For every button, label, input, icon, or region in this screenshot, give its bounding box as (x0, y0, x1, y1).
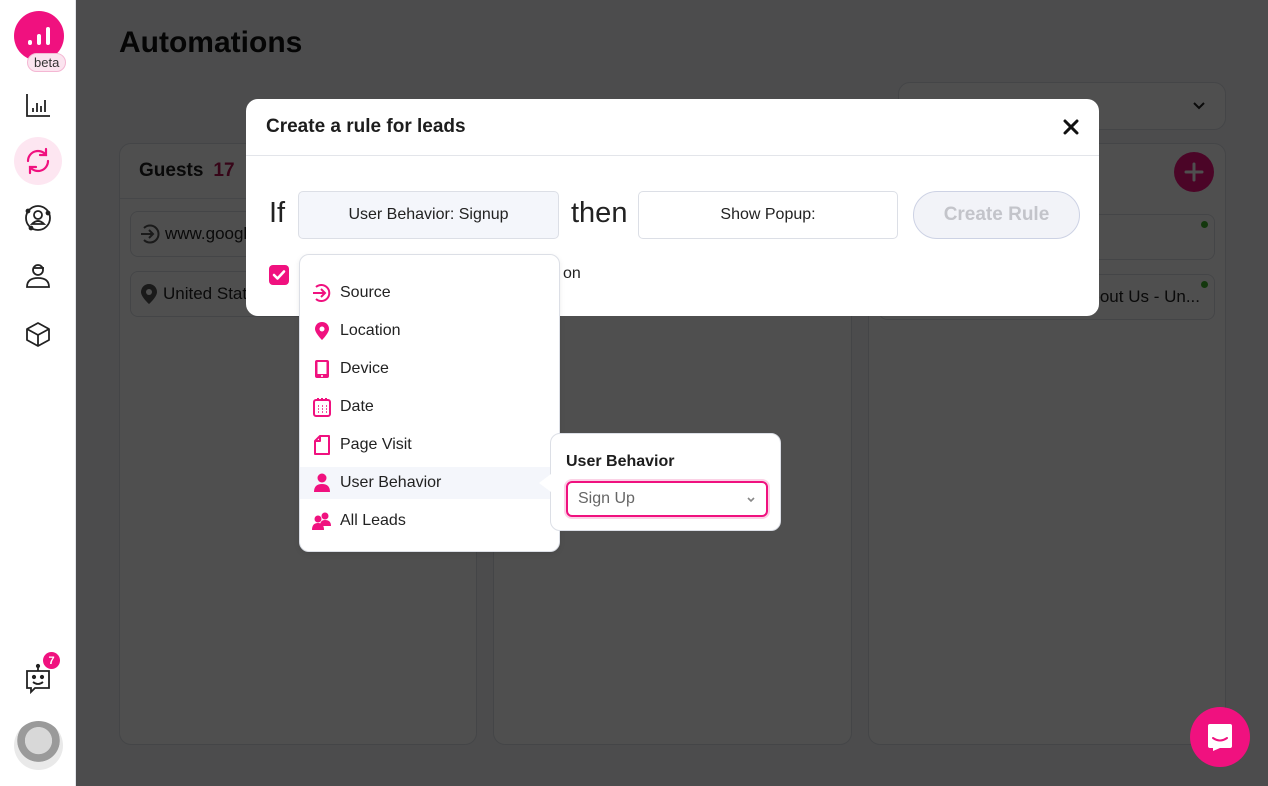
dropdown-item-device[interactable]: Device (300, 353, 559, 385)
chat-icon (1208, 724, 1232, 751)
nav-leads[interactable] (14, 194, 62, 242)
source-icon (312, 283, 332, 303)
if-label: If (269, 197, 286, 229)
cube-icon (26, 322, 50, 347)
selected-value: Sign Up (578, 490, 635, 507)
close-button[interactable] (1061, 117, 1081, 137)
dropdown-item-label: All Leads (340, 512, 406, 529)
nav-analytics[interactable] (14, 81, 62, 129)
action-select[interactable]: Show Popup: (638, 191, 898, 239)
modal-title: Create a rule for leads (246, 99, 1099, 156)
nav-visitors[interactable] (14, 251, 62, 299)
dropdown-item-location[interactable]: Location (300, 315, 559, 347)
dropdown-item-source[interactable]: Source (300, 277, 559, 309)
chevron-down-icon (747, 497, 755, 503)
close-icon (1063, 119, 1079, 135)
dropdown-item-label: Page Visit (340, 436, 412, 453)
analytics-icon (26, 94, 50, 117)
dropdown-item-label: Device (340, 360, 389, 377)
nav-integrations[interactable] (14, 310, 62, 358)
chat-launcher-button[interactable] (1190, 707, 1250, 767)
dropdown-item-page-visit[interactable]: Page Visit (300, 429, 559, 461)
dropdown-item-label: Date (340, 398, 374, 415)
condition-select[interactable]: User Behavior: Signup (298, 191, 559, 239)
user-avatar[interactable] (14, 721, 63, 770)
dropdown-item-date[interactable]: Date (300, 391, 559, 423)
users-icon (312, 511, 332, 531)
dropdown-item-all-leads[interactable]: All Leads (300, 505, 559, 537)
checkmark-icon (272, 270, 286, 280)
user-circle-icon (25, 205, 51, 231)
calendar-icon (312, 397, 332, 417)
page-icon (312, 435, 332, 455)
condition-dropdown: Source Location Device Date Page Visit U… (299, 254, 560, 552)
dropdown-item-user-behavior[interactable]: User Behavior (300, 467, 559, 499)
dropdown-item-label: Source (340, 284, 391, 301)
user-behavior-select[interactable]: Sign Up (566, 481, 768, 517)
refresh-icon (26, 147, 50, 175)
beta-badge: beta (27, 53, 67, 72)
nav-automations[interactable] (14, 137, 62, 185)
tablet-icon (312, 359, 332, 379)
dropdown-item-label: User Behavior (340, 474, 442, 491)
rule-checkbox[interactable] (269, 265, 289, 285)
create-rule-button[interactable]: Create Rule (913, 191, 1080, 239)
checkbox-label: on (563, 265, 581, 282)
user-icon (312, 473, 332, 493)
sidebar: beta 7 (0, 0, 76, 786)
notification-badge: 7 (43, 652, 60, 669)
visitor-icon (26, 264, 50, 288)
popover-arrow (539, 474, 551, 492)
user-behavior-popover: User Behavior Sign Up (550, 433, 781, 531)
bar-chart-logo-icon (28, 27, 50, 45)
location-pin-icon (312, 321, 332, 341)
popover-title: User Behavior (566, 453, 675, 470)
dropdown-item-label: Location (340, 322, 401, 339)
then-label: then (571, 197, 628, 229)
